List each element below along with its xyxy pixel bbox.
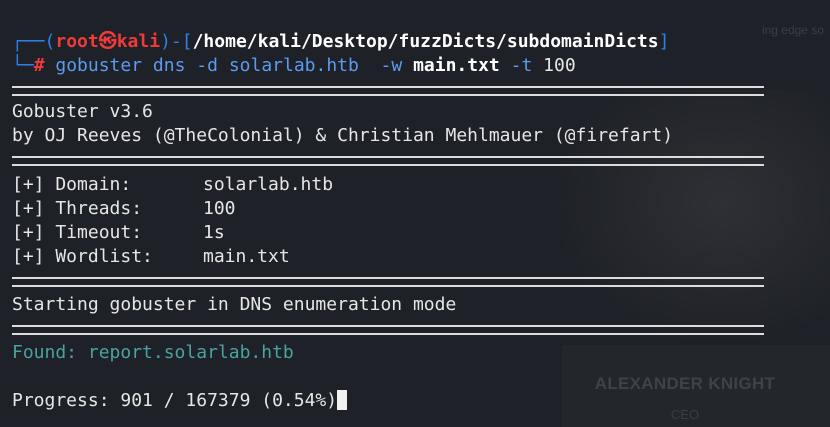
config-row: [+] Wordlist: main.txt [12,245,290,269]
divider-rule [12,86,764,96]
config-label: [+] Domain: [12,174,132,195]
prompt-user: root [55,31,99,52]
background-top-text: ing edge so [761,23,824,37]
prompt-corner-bottom: └─ [12,55,34,76]
config-row: [+] Timeout: 1s [12,221,225,245]
config-value: 1s [203,222,225,243]
divider-rule [12,325,764,335]
banner-version: Gobuster v3.6 [12,101,153,122]
prompt-close: ] [658,31,670,52]
command-wordlist: main.txt [413,55,500,76]
prompt-separator: )-[ [160,31,193,52]
progress-text: Progress: 901 / 167379 (0.54%) [12,390,338,411]
prompt-corner-top: ┌──( [12,31,56,52]
command-program: gobuster [55,55,143,76]
config-value: solarlab.htb [203,174,334,195]
prompt-line: ┌──(root㉿kali)-[/home/kali/Desktop/fuzzD… [12,30,669,54]
prompt-hash: # [33,55,45,76]
command-subcommand: dns [152,55,186,76]
config-label: [+] Threads: [12,198,143,219]
command-domain: solarlab.htb [228,55,359,76]
background-role: CEO [670,407,700,422]
command-flag-t: -t [510,55,533,76]
command-threads: 100 [543,55,576,76]
config-value: main.txt [203,246,290,267]
command-flag-w: -w [380,55,403,76]
config-row: [+] Threads: 100 [12,197,236,221]
config-value: 100 [203,198,236,219]
command-flag-d: -d [196,55,218,76]
terminal-window[interactable]: ALEXANDER KNIGHT CEO ing edge so ┌──(roo… [0,0,830,427]
prompt-path: /home/kali/Desktop/fuzzDicts/subdomainDi… [192,31,659,52]
found-result: Found: report.solarlab.htb [12,342,294,363]
divider-rule [12,156,764,166]
command-line: └─# gobuster dns -d solarlab.htb -w main… [12,54,576,78]
terminal-cursor [337,390,348,410]
config-label: [+] Timeout: [12,222,143,243]
skull-icon: ㉿ [98,31,117,52]
progress-line: Progress: 901 / 167379 (0.54%) [12,389,348,413]
banner-authors: by OJ Reeves (@TheColonial) & Christian … [12,125,674,146]
prompt-host: kali [116,31,161,52]
divider-rule [12,277,764,287]
status-message: Starting gobuster in DNS enumeration mod… [12,294,457,315]
config-row: [+] Domain: solarlab.htb [12,173,333,197]
config-label: [+] Wordlist: [12,246,153,267]
background-name: ALEXANDER KNIGHT [594,374,776,393]
